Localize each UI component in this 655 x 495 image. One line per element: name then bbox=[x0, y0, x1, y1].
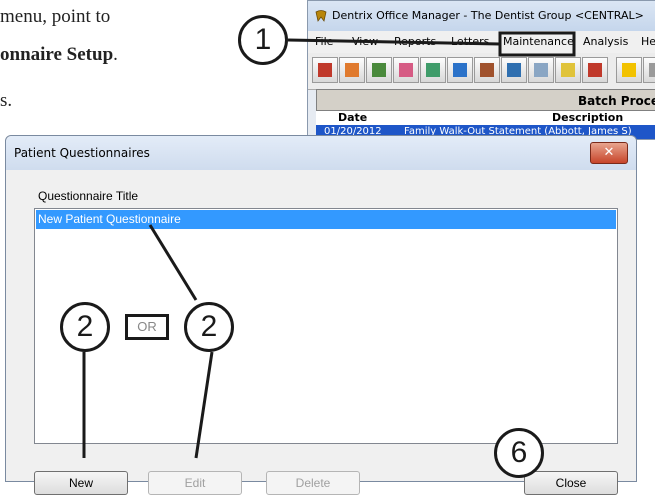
callout-connectors bbox=[82, 31, 576, 459]
maintenance-highlight bbox=[498, 31, 576, 57]
callout-2a: 2 bbox=[60, 302, 110, 352]
callout-6: 6 bbox=[494, 428, 544, 478]
callout-2b: 2 bbox=[184, 302, 234, 352]
connector-2b bbox=[194, 351, 214, 459]
callout-1: 1 bbox=[238, 15, 288, 65]
connector-1 bbox=[287, 38, 501, 46]
or-label: OR bbox=[125, 314, 169, 340]
connector-2b-list bbox=[148, 224, 198, 301]
